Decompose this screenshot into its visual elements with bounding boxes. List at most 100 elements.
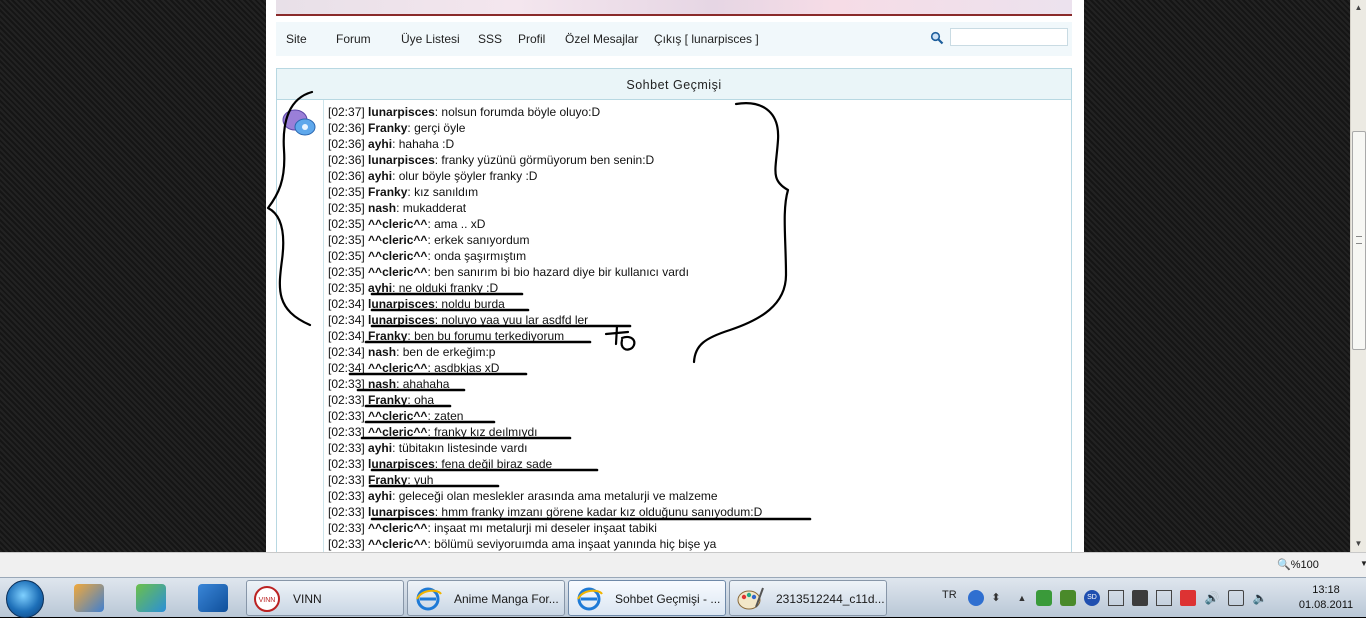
nav-site[interactable]: Site <box>286 32 307 46</box>
message-text: : ne olduki franky :D <box>392 281 499 295</box>
message-username[interactable]: ^^cleric^^ <box>368 233 427 247</box>
app-tray-icon[interactable] <box>1036 590 1052 606</box>
nav-member-list[interactable]: Üye Listesi <box>401 32 460 46</box>
message-username[interactable]: lunarpisces <box>368 457 435 471</box>
chat-message: [02:33] ^^cleric^^: bölümü seviyoruımda … <box>328 536 1067 552</box>
task-vinn[interactable]: VINN VINN <box>246 580 404 616</box>
chat-divider <box>323 100 324 552</box>
message-time: [02:36] <box>328 153 365 167</box>
chat-message: [02:35] ^^cleric^^: onda şaşırmıştım <box>328 248 1067 264</box>
message-username[interactable]: lunarpisces <box>368 153 435 167</box>
chat-message: [02:35] ayhi: ne olduki franky :D <box>328 280 1067 296</box>
message-time: [02:36] <box>328 169 365 183</box>
message-time: [02:35] <box>328 233 365 247</box>
chat-message: [02:35] Franky: kız sanıldım <box>328 184 1067 200</box>
nav-private-messages[interactable]: Özel Mesajlar <box>565 32 638 46</box>
message-username[interactable]: lunarpisces <box>368 105 435 119</box>
message-text: : franky yüzünü görmüyorum ben senin:D <box>434 153 655 167</box>
message-username[interactable]: ayhi <box>368 137 392 151</box>
message-username[interactable]: lunarpisces <box>368 313 435 327</box>
message-username[interactable]: ^^cleric^^ <box>368 521 427 535</box>
message-text: : ben de erkeğim:p <box>396 345 496 359</box>
task-ie-chat-history[interactable]: Sohbet Geçmişi - ... <box>568 580 726 616</box>
chat-message: [02:34] lunarpisces: noluyo yaa yuu lar … <box>328 312 1067 328</box>
expand-tray-icon[interactable]: ⬍ <box>988 590 1004 606</box>
message-time: [02:34] <box>328 329 365 343</box>
message-username[interactable]: ^^cleric^^ <box>368 537 427 551</box>
chat-message: [02:34] lunarpisces: noldu burda <box>328 296 1067 312</box>
chat-message: [02:33] ayhi: geleceği olan meslekler ar… <box>328 488 1067 504</box>
chat-message: [02:33] lunarpisces: fena değil biraz sa… <box>328 456 1067 472</box>
panel-title: Sohbet Geçmişi <box>277 69 1071 100</box>
network-tray-icon[interactable] <box>968 590 984 606</box>
chat-message: [02:35] nash: mukadderat <box>328 200 1067 216</box>
network-monitor-tray-icon[interactable] <box>1132 590 1148 606</box>
message-username[interactable]: lunarpisces <box>368 297 435 311</box>
zoom-dropdown-icon[interactable]: ▼ <box>1360 559 1366 568</box>
task-label: 2313512244_c11d... <box>776 592 885 606</box>
volume-tray-icon[interactable]: 🔊 <box>1204 590 1220 606</box>
chat-history-panel: Sohbet Geçmişi [02:37] lunarpisces: nols… <box>276 68 1072 552</box>
language-indicator[interactable]: TR <box>942 589 957 601</box>
message-username[interactable]: Franky <box>368 473 407 487</box>
chat-message: [02:33] nash: ahahaha <box>328 376 1067 392</box>
message-username[interactable]: ayhi <box>368 169 392 183</box>
alert-tray-icon[interactable] <box>1180 590 1196 606</box>
message-username[interactable]: ^^cleric^^ <box>368 361 427 375</box>
message-username[interactable]: Franky <box>368 121 407 135</box>
message-username[interactable]: nash <box>368 377 396 391</box>
message-username[interactable]: ayhi <box>368 441 392 455</box>
scroll-down-arrow-icon[interactable]: ▼ <box>1351 536 1366 552</box>
message-username[interactable]: Franky <box>368 393 407 407</box>
search-input[interactable] <box>950 28 1068 46</box>
message-time: [02:35] <box>328 265 365 279</box>
show-hidden-icons-icon[interactable]: ▲ <box>1014 590 1030 606</box>
message-username[interactable]: ^^cleric^^ <box>368 249 427 263</box>
search-icon[interactable] <box>930 31 944 50</box>
nav-faq[interactable]: SSS <box>478 32 502 46</box>
device-tray-icon[interactable] <box>1108 590 1124 606</box>
sd-tray-icon[interactable]: SD <box>1084 590 1100 606</box>
clock-time: 13:18 <box>1312 584 1340 596</box>
message-time: [02:37] <box>328 105 365 119</box>
quicklaunch-users-icon[interactable] <box>136 584 166 612</box>
message-username[interactable]: Franky <box>368 185 407 199</box>
paint-icon <box>737 587 764 610</box>
message-username[interactable]: ayhi <box>368 489 392 503</box>
quicklaunch-calculator-icon[interactable] <box>198 584 228 612</box>
start-button[interactable] <box>6 580 44 618</box>
vertical-scrollbar[interactable]: ▲ ▼ <box>1350 0 1366 552</box>
chat-message: [02:33] ayhi: tübitakın listesinde vardı <box>328 440 1067 456</box>
message-username[interactable]: Franky <box>368 329 407 343</box>
speaker-tray-icon[interactable]: 🔈 <box>1252 590 1268 606</box>
message-username[interactable]: ayhi <box>368 281 392 295</box>
nav-profile[interactable]: Profil <box>518 32 545 46</box>
message-text: : kız sanıldım <box>407 185 479 199</box>
message-username[interactable]: ^^cleric^^ <box>368 409 427 423</box>
scroll-up-arrow-icon[interactable]: ▲ <box>1351 0 1366 16</box>
message-username[interactable]: ^^cleric^^ <box>368 425 427 439</box>
task-ie-anime[interactable]: Anime Manga For... <box>407 580 565 616</box>
message-username[interactable]: nash <box>368 201 396 215</box>
quicklaunch-app-icon[interactable] <box>74 584 104 612</box>
message-username[interactable]: nash <box>368 345 396 359</box>
nav-logout[interactable]: Çıkış [ lunarpisces ] <box>654 32 759 46</box>
message-text: : tübitakın listesinde vardı <box>392 441 528 455</box>
task-paint[interactable]: 2313512244_c11d... <box>729 580 887 616</box>
message-text: : hmm franky imzanı görene kadar kız old… <box>434 505 763 519</box>
display-tray-icon[interactable] <box>1156 590 1172 606</box>
message-text: : franky kız deılmıydı <box>427 425 538 439</box>
zoom-level[interactable]: 🔍%100 <box>1277 558 1319 571</box>
chat-message: [02:34] Franky: ben bu forumu terkediyor… <box>328 328 1067 344</box>
message-username[interactable]: ^^cleric^^ <box>368 265 427 279</box>
usb-tray-icon[interactable] <box>1228 590 1244 606</box>
message-time: [02:33] <box>328 377 365 391</box>
message-username[interactable]: ^^cleric^^ <box>368 217 427 231</box>
security-tray-icon[interactable] <box>1060 590 1076 606</box>
message-username[interactable]: lunarpisces <box>368 505 435 519</box>
nav-forum[interactable]: Forum <box>336 32 371 46</box>
system-clock[interactable]: 13:18 01.08.2011 <box>1298 583 1354 613</box>
scrollbar-thumb[interactable] <box>1352 131 1366 350</box>
chat-message-list: [02:37] lunarpisces: nolsun forumda böyl… <box>328 104 1067 552</box>
message-text: : ben bu forumu terkediyorum <box>407 329 565 343</box>
